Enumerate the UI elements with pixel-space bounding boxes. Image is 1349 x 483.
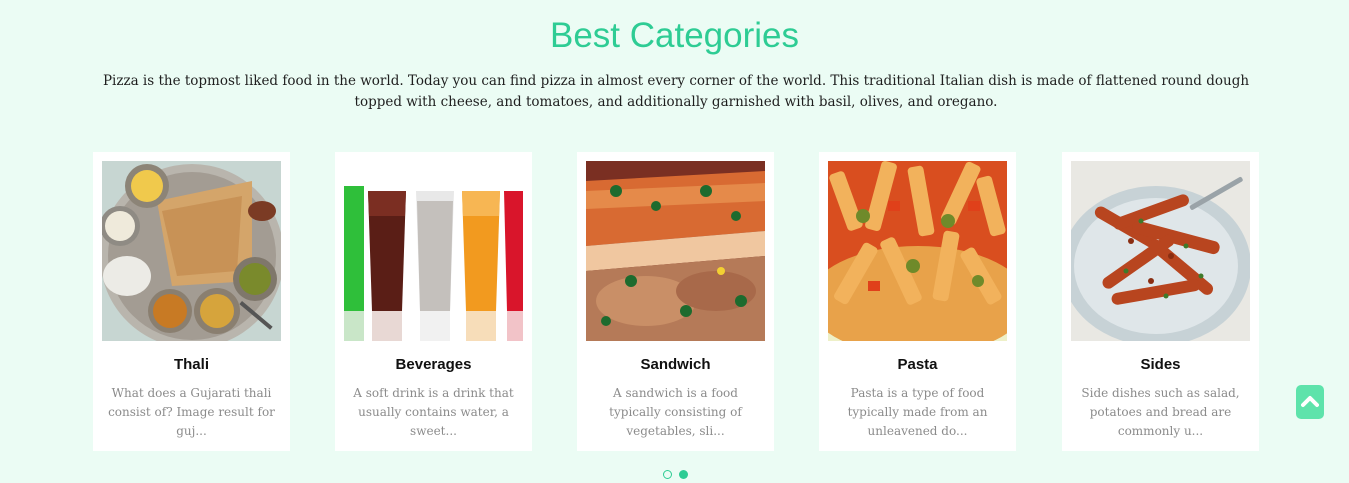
category-description: A sandwich is a food typically consistin… — [609, 386, 742, 438]
category-card-sandwich[interactable]: Sandwich A sandwich is a food typically … — [577, 152, 774, 451]
sides-photo[interactable] — [1071, 161, 1250, 341]
section-title: Best Categories — [549, 16, 800, 55]
category-title[interactable]: Thali — [102, 355, 281, 375]
category-card-beverages[interactable]: Beverages A soft drink is a drink that u… — [335, 152, 532, 451]
sandwich-photo[interactable] — [586, 161, 765, 341]
category-title[interactable]: Sandwich — [586, 355, 765, 375]
carousel-dot-2-active[interactable] — [679, 470, 688, 479]
beverages-photo[interactable] — [344, 161, 523, 341]
category-title[interactable]: Sides — [1071, 355, 1250, 375]
category-title[interactable]: Pasta — [828, 355, 1007, 375]
category-card-pasta[interactable]: Pasta Pasta is a type of food typically … — [819, 152, 1016, 451]
carousel-dot-1[interactable] — [663, 470, 672, 479]
category-description: Pasta is a type of food typically made f… — [847, 386, 988, 438]
pasta-photo[interactable] — [828, 161, 1007, 341]
section-intro: Pizza is the topmost liked food in the w… — [102, 73, 1250, 110]
category-title[interactable]: Beverages — [344, 355, 523, 375]
chevron-up-icon — [1301, 393, 1319, 412]
category-description: Side dishes such as salad, potatoes and … — [1081, 386, 1240, 438]
category-card-thali[interactable]: Thali What does a Gujarati thali consist… — [93, 152, 290, 451]
category-description: What does a Gujarati thali consist of? I… — [108, 386, 275, 438]
scroll-to-top-button[interactable] — [1296, 385, 1324, 419]
category-description: A soft drink is a drink that usually con… — [353, 386, 514, 438]
category-card-sides[interactable]: Sides Side dishes such as salad, potatoe… — [1062, 152, 1259, 451]
thali-photo[interactable] — [102, 161, 281, 341]
